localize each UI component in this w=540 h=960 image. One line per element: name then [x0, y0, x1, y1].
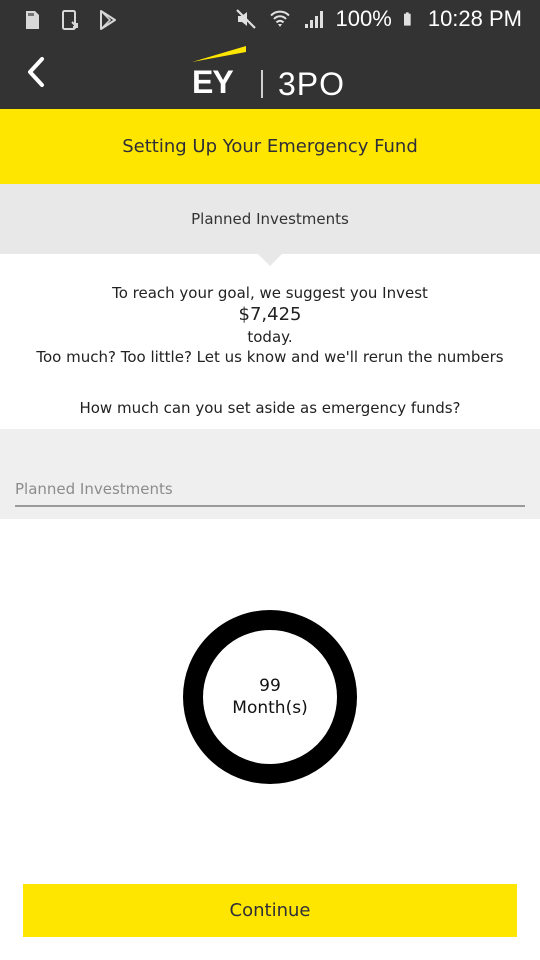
suggested-amount: $7,425: [238, 304, 302, 325]
section-tab-label: Planned Investments: [191, 210, 349, 228]
question-text: How much can you set aside as emergency …: [79, 399, 461, 417]
page-title-banner: Setting Up Your Emergency Fund: [0, 109, 540, 184]
suggestion-line: To reach your goal, we suggest you Inves…: [112, 284, 428, 302]
app-logo: EY 3PO: [192, 46, 352, 102]
suggestion-line: today.: [247, 328, 293, 346]
sd-card-icon: [26, 11, 39, 29]
clock: 10:28 PM: [427, 6, 522, 31]
section-tab: Planned Investments: [0, 184, 540, 254]
chevron-left-icon: [28, 57, 44, 87]
logo-beam-icon: [192, 46, 246, 62]
screenshot-icon: [62, 10, 78, 30]
status-bar: 100% 10:28 PM: [0, 0, 540, 40]
back-button[interactable]: [18, 54, 54, 90]
battery-icon: [403, 12, 411, 26]
suggestion-text: To reach your goal, we suggest you Inves…: [0, 283, 540, 367]
wifi-icon: [269, 10, 290, 27]
play-store-icon: [100, 10, 116, 30]
tab-pointer: [258, 254, 282, 266]
page-title: Setting Up Your Emergency Fund: [122, 136, 418, 157]
planned-investments-field-container: [0, 429, 540, 519]
app-header: 100% 10:28 PM EY 3PO: [0, 0, 540, 109]
months-progress-ring: 99 Month(s): [183, 610, 357, 784]
mute-icon: [235, 9, 256, 29]
planned-investments-input[interactable]: [15, 473, 525, 507]
months-value: 99: [259, 676, 281, 696]
logo-ey: EY: [192, 64, 234, 100]
continue-button[interactable]: Continue: [23, 884, 517, 937]
signal-icon: [304, 11, 323, 28]
months-unit: Month(s): [232, 698, 308, 718]
suggestion-line: Too much? Too little? Let us know and we…: [36, 348, 504, 366]
battery-percent: 100%: [335, 6, 392, 31]
logo-product-name: 3PO: [278, 66, 346, 102]
logo-divider: [261, 70, 263, 98]
